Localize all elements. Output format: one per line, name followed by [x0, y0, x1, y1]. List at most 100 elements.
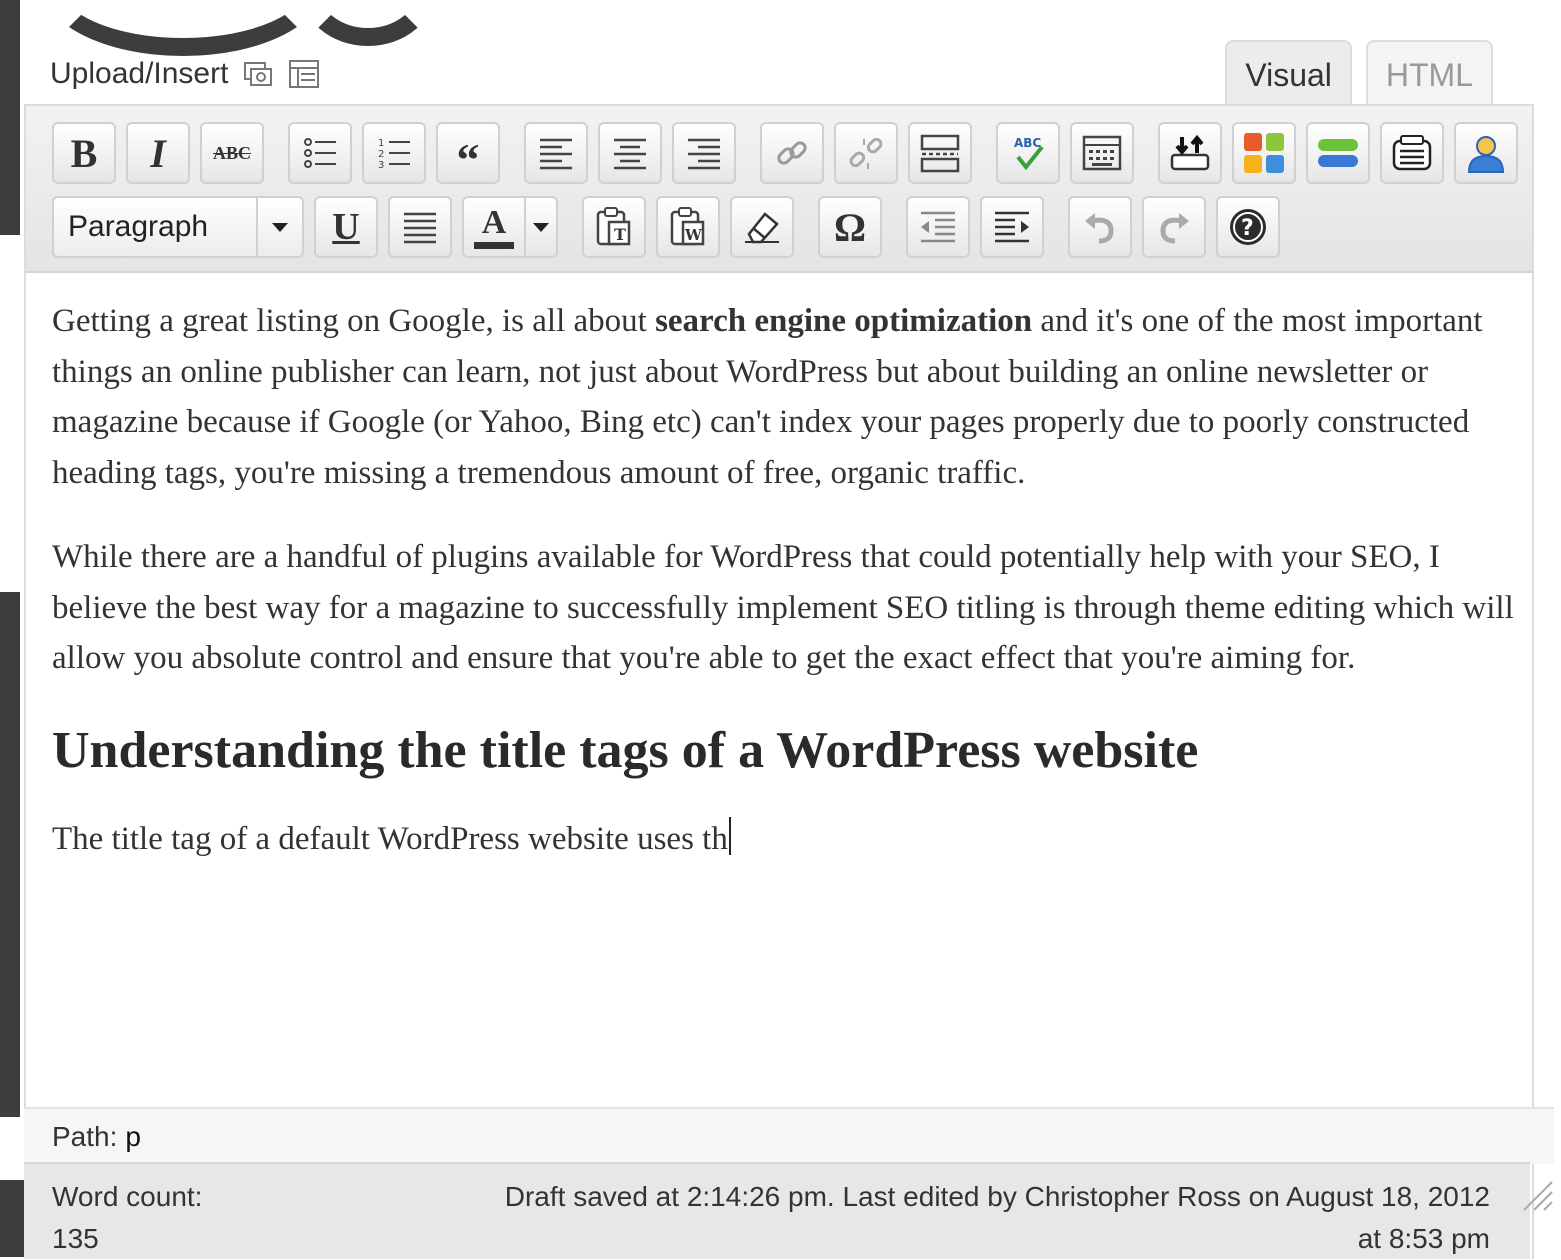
user-icon — [1467, 136, 1505, 173]
redo-icon — [1160, 213, 1189, 244]
outdent-button[interactable] — [906, 196, 970, 258]
blockquote-button[interactable]: “ — [436, 122, 500, 184]
upload-insert-label: Upload/Insert — [50, 57, 229, 90]
align-left-button[interactable] — [524, 122, 588, 184]
insert-link-button[interactable] — [760, 122, 824, 184]
paragraph: While there are a handful of plugins ava… — [52, 539, 1514, 676]
status-bar: Word count: 135 Draft saved at 2:14:26 p… — [24, 1162, 1530, 1259]
align-center-button[interactable] — [598, 122, 662, 184]
strikethrough-button[interactable]: ABC — [200, 122, 264, 184]
paste-text-icon: T — [596, 207, 631, 246]
path-label: Path: — [52, 1120, 118, 1152]
word-count-label: Word count: — [52, 1181, 203, 1212]
text-color-button[interactable]: A — [462, 196, 526, 258]
align-right-icon — [688, 138, 720, 170]
redo-button[interactable] — [1142, 196, 1206, 258]
media-buttons: Upload/Insert — [50, 52, 320, 96]
word-count: Word count: 135 — [52, 1176, 272, 1260]
toolbar-row-1: B I ABC 123 “ ABC — [52, 122, 1528, 184]
bullet-list-button[interactable] — [288, 122, 352, 184]
remove-format-button[interactable] — [730, 196, 794, 258]
indent-icon — [995, 211, 1029, 243]
plugin-button-5[interactable] — [1454, 122, 1518, 184]
align-left-icon — [540, 138, 572, 170]
plugin-button-3[interactable] — [1306, 122, 1370, 184]
underline-glyph: U — [332, 206, 360, 248]
quote-glyph: “ — [456, 134, 480, 185]
editor-tabs: Visual HTML — [1225, 40, 1493, 108]
path-element-link[interactable]: p — [125, 1121, 141, 1153]
tab-visual[interactable]: Visual — [1225, 40, 1352, 108]
resize-handle-icon[interactable] — [1520, 1178, 1554, 1212]
paste-text-button[interactable]: T — [582, 196, 646, 258]
justify-button[interactable] — [388, 196, 452, 258]
paragraph-text: The title tag of a default WordPress web… — [52, 820, 728, 857]
toolbar-row-2: Paragraph U A T W Ω ? — [52, 196, 1290, 258]
bullet-list-icon — [304, 138, 336, 168]
format-select[interactable]: Paragraph — [52, 196, 304, 258]
kitchen-sink-button[interactable] — [1070, 122, 1134, 184]
omega-icon: Ω — [833, 204, 867, 250]
align-right-button[interactable] — [672, 122, 736, 184]
paragraph: The title tag of a default WordPress web… — [52, 814, 1532, 865]
unlink-icon — [849, 137, 883, 169]
svg-text:?: ? — [1241, 216, 1254, 241]
box-icon — [1392, 135, 1432, 171]
background-arc — [300, 0, 436, 46]
keyboard-icon — [1082, 135, 1122, 171]
paste-word-button[interactable]: W — [656, 196, 720, 258]
outdent-icon — [921, 211, 955, 243]
path-bar: Path: p — [24, 1107, 1554, 1164]
special-character-button[interactable]: Ω — [818, 196, 882, 258]
draft-status-line: at 8:53 pm — [1357, 1223, 1490, 1254]
svg-text:2: 2 — [378, 149, 384, 160]
tab-html[interactable]: HTML — [1365, 40, 1493, 108]
numbered-list-button[interactable]: 123 — [362, 122, 426, 184]
plugin-button-1[interactable] — [1158, 122, 1222, 184]
unlink-button[interactable] — [834, 122, 898, 184]
indent-button[interactable] — [980, 196, 1044, 258]
upload-download-icon — [1170, 134, 1210, 171]
editor: B I ABC 123 “ ABC Paragraph U A T W Ω ? … — [24, 104, 1534, 1259]
editor-toolbar: B I ABC 123 “ ABC Paragraph U A T W Ω ? — [26, 106, 1532, 273]
text-color-dropdown[interactable] — [526, 196, 558, 258]
spellcheck-button[interactable]: ABC — [996, 122, 1060, 184]
add-gallery-icon[interactable] — [288, 58, 320, 90]
undo-icon — [1085, 213, 1114, 244]
editor-content[interactable]: Getting a great listing on Google, is al… — [52, 296, 1532, 898]
plugin-button-4[interactable] — [1380, 122, 1444, 184]
draft-status: Draft saved at 2:14:26 pm. Last edited b… — [330, 1176, 1490, 1260]
insert-more-button[interactable] — [908, 122, 972, 184]
word-count-value: 135 — [52, 1223, 99, 1254]
svg-text:ABC: ABC — [1014, 136, 1041, 150]
text-color-glyph: A — [481, 203, 507, 241]
columns-icon — [1318, 139, 1358, 167]
plugin-button-2[interactable] — [1232, 122, 1296, 184]
text-cursor — [728, 816, 731, 855]
help-button[interactable]: ? — [1216, 196, 1280, 258]
justify-icon — [404, 212, 436, 244]
background-arc — [40, 0, 326, 56]
strike-glyph: ABC — [212, 142, 251, 163]
svg-text:1: 1 — [378, 138, 384, 149]
undo-button[interactable] — [1068, 196, 1132, 258]
add-media-icon[interactable] — [242, 58, 274, 90]
paragraph: Getting a great listing on Google, is al… — [52, 296, 1532, 498]
content-heading: Understanding the title tags of a WordPr… — [52, 721, 1199, 779]
italic-button[interactable]: I — [126, 122, 190, 184]
text-color-control: A — [462, 196, 558, 258]
help-icon: ? — [1230, 209, 1266, 245]
background-shape — [0, 592, 20, 1117]
format-select-value: Paragraph — [68, 210, 209, 243]
bold-button[interactable]: B — [52, 122, 116, 184]
link-icon — [777, 141, 807, 165]
paragraph-text: Getting a great listing on Google, is al… — [52, 303, 656, 339]
eraser-icon — [745, 212, 779, 244]
underline-button[interactable]: U — [314, 196, 378, 258]
bold-text: search engine optimization — [655, 303, 1033, 339]
italic-glyph: I — [150, 130, 166, 176]
spellcheck-icon: ABC — [1014, 136, 1044, 171]
bold-glyph: B — [70, 130, 98, 176]
chevron-down-icon — [533, 222, 549, 232]
svg-text:W: W — [684, 226, 703, 244]
